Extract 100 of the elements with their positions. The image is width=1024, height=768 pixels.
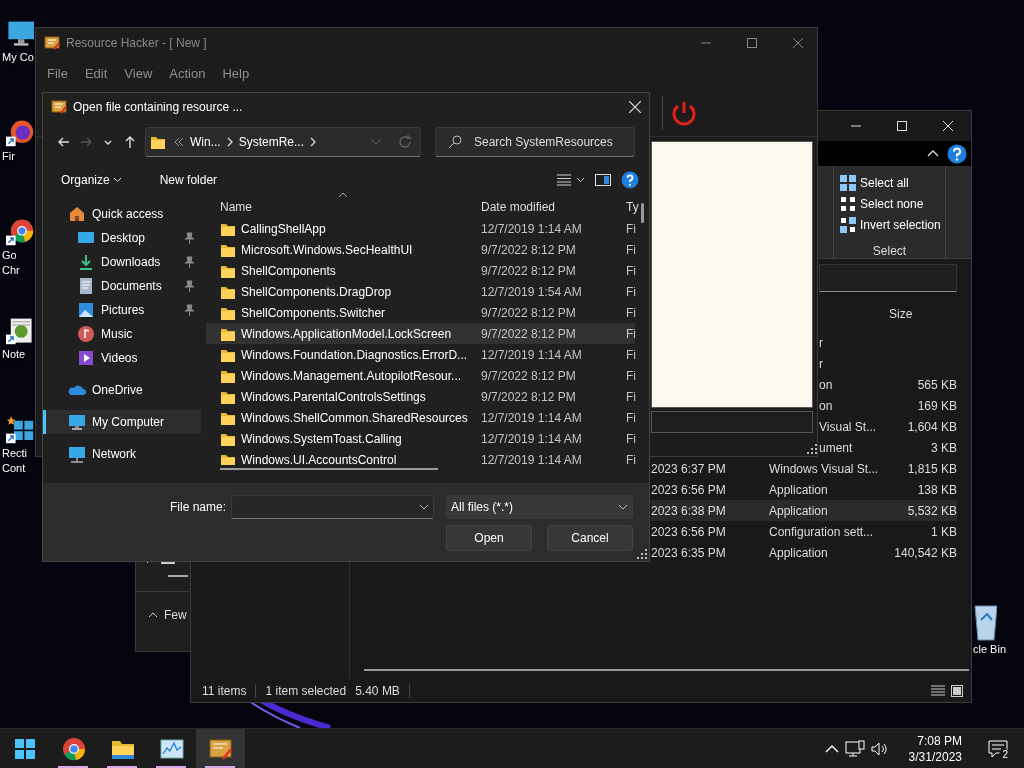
file-row[interactable]: 2023 6:56 PM Configuration sett... 1 KB <box>651 521 957 542</box>
file-row[interactable]: Windows.ShellCommon.SharedResources 12/7/2019 1:14 AM Fi <box>206 407 635 428</box>
preview-pane-icon[interactable] <box>595 173 611 186</box>
file-name: Windows.Management.AutopilotResour... <box>241 368 462 383</box>
browser-icon[interactable] <box>6 119 34 147</box>
file-row[interactable]: ShellComponents.DragDrop 12/7/2019 1:54 AM Fi <box>206 281 635 302</box>
help-icon[interactable] <box>621 170 639 189</box>
resize-grip-icon[interactable] <box>807 444 817 454</box>
breadcrumb-item[interactable]: Win... <box>190 135 221 149</box>
caret-up-icon[interactable] <box>148 612 158 618</box>
menu-item[interactable]: File <box>40 66 75 81</box>
toolbar-button[interactable]: New folder <box>153 169 224 190</box>
toolbar-button[interactable]: Organize <box>55 169 138 190</box>
ribbon-button[interactable]: Invert selection <box>840 214 945 236</box>
table-cell-text: 169 KB <box>916 398 957 413</box>
column-header[interactable]: Ty <box>626 200 649 214</box>
file-row[interactable]: Windows.Management.AutopilotResour... 9/7/2022 8:12 PM Fi <box>206 365 635 386</box>
menu-item[interactable]: Help <box>215 66 257 81</box>
column-header[interactable]: Name <box>220 200 481 214</box>
address-bar[interactable]: Win... SystemRe... <box>145 127 421 157</box>
chevron-right-icon[interactable] <box>310 137 317 147</box>
file-row[interactable]: CallingShellApp 12/7/2019 1:14 AM Fi <box>206 218 635 239</box>
nav-item[interactable]: Desktop <box>43 226 201 250</box>
nav-item[interactable]: Quick access <box>43 202 201 226</box>
ribbon-button[interactable]: Select all <box>840 172 945 194</box>
breadcrumb-item[interactable]: SystemRe... <box>238 135 305 149</box>
file-row[interactable]: 2023 6:38 PM Application 5,532 KB <box>651 500 957 521</box>
search-field[interactable]: Search SystemResources <box>435 127 635 157</box>
tiles-view-icon[interactable] <box>951 684 963 697</box>
column-header[interactable]: Size <box>873 306 957 321</box>
chevron-right-icon[interactable] <box>226 137 233 147</box>
file-row[interactable]: 2023 6:35 PM Application 140,542 KB <box>651 542 957 563</box>
nav-item[interactable]: OneDrive <box>43 378 201 402</box>
nav-item[interactable]: Music <box>43 322 201 346</box>
list-view-icon[interactable] <box>557 173 585 186</box>
menu-item[interactable]: View <box>117 66 160 81</box>
volume-icon[interactable] <box>870 740 889 757</box>
caret-up-icon[interactable] <box>927 150 939 157</box>
file-name: Windows.UI.AccountsControl <box>241 452 397 465</box>
nav-item[interactable]: Downloads <box>43 250 201 274</box>
network-icon <box>68 445 86 463</box>
file-row[interactable]: r <box>819 332 957 353</box>
message-icon[interactable] <box>988 739 1008 758</box>
nav-item[interactable]: Network <box>43 442 201 466</box>
browser-icon[interactable] <box>6 218 34 246</box>
file-row[interactable]: 2023 6:56 PM Application 138 KB <box>651 479 957 500</box>
file-row[interactable]: ShellComponents.Switcher 9/7/2022 8:12 PM Fi <box>206 302 635 323</box>
file-row[interactable]: 2023 6:37 PM Windows Visual St... 1,815 KB <box>651 458 957 479</box>
file-type-dropdown[interactable]: All files (*.*) <box>446 495 633 519</box>
refresh-icon[interactable] <box>398 135 412 149</box>
file-row[interactable]: r <box>819 353 957 374</box>
horizontal-scrollbar[interactable] <box>220 468 438 470</box>
chevron-up-icon[interactable] <box>824 744 839 753</box>
sort-caret-icon[interactable] <box>338 193 348 198</box>
taskbar-button[interactable] <box>196 729 245 768</box>
details-toggle[interactable]: Few <box>164 608 187 622</box>
horizontal-scrollbar[interactable] <box>364 669 969 671</box>
caret-down-icon[interactable] <box>419 504 429 510</box>
app-icon <box>51 99 67 115</box>
file-row[interactable]: Windows.UI.AccountsControl 12/7/2019 1:14 AM Fi <box>206 449 635 465</box>
folder-icon <box>150 134 168 150</box>
nav-item[interactable]: Documents <box>43 274 201 298</box>
file-row[interactable]: Windows.ParentalControlsSettings 9/7/2022 8:12 PM Fi <box>206 386 635 407</box>
dialog-button[interactable]: Open <box>446 525 532 551</box>
file-name: ShellComponents <box>241 263 336 278</box>
ribbon-button[interactable]: Select none <box>840 193 945 215</box>
network-icon[interactable] <box>844 739 865 758</box>
music-icon <box>77 325 95 343</box>
monitor-icon[interactable] <box>6 20 34 48</box>
table-cell-text: 9/7/2022 8:12 PM <box>481 305 577 320</box>
file-row[interactable]: Visual St... 1,604 KB <box>819 416 957 437</box>
notepad-icon[interactable] <box>6 317 34 345</box>
menu-item[interactable]: Action <box>162 66 213 81</box>
nav-item[interactable]: My Computer <box>43 410 201 434</box>
menu-item[interactable]: Edit <box>77 66 115 81</box>
nav-item[interactable]: Pictures <box>43 298 201 322</box>
file-row[interactable]: ument 3 KB <box>819 437 957 458</box>
details-view-icon[interactable] <box>931 684 945 697</box>
search-field[interactable] <box>819 264 957 292</box>
vertical-scrollbar[interactable] <box>641 203 644 223</box>
power-icon[interactable] <box>671 99 697 126</box>
file-row[interactable]: Windows.ApplicationModel.LockScreen 9/7/2022 8:12 PM Fi <box>206 323 635 344</box>
dialog-button[interactable]: Cancel <box>547 525 633 551</box>
nav-item[interactable]: Videos <box>43 346 201 370</box>
file-name-combo[interactable] <box>231 495 434 519</box>
search-input[interactable]: Search SystemResources <box>474 129 634 155</box>
video-icon <box>77 349 95 367</box>
app-icon[interactable] <box>6 416 34 444</box>
table-cell: Fi <box>626 347 636 362</box>
resize-grip-icon[interactable] <box>637 549 647 559</box>
column-header[interactable]: Date modified <box>481 200 626 214</box>
file-row[interactable]: Microsoft.Windows.SecHealthUI 9/7/2022 8:12 PM Fi <box>206 239 635 260</box>
file-row[interactable]: on 565 KB <box>819 374 957 395</box>
file-row[interactable]: on 169 KB <box>819 395 957 416</box>
clock[interactable]: 7:08 PM 3/31/2023 <box>902 731 968 766</box>
file-row[interactable]: Windows.Foundation.Diagnostics.ErrorD... 12/7/2019 1:14 AM Fi <box>206 344 635 365</box>
app-icon <box>44 35 60 51</box>
help-icon[interactable] <box>947 143 967 164</box>
file-row[interactable]: ShellComponents 9/7/2022 8:12 PM Fi <box>206 260 635 281</box>
file-row[interactable]: Windows.SystemToast.Calling 12/7/2019 1:14 AM Fi <box>206 428 635 449</box>
